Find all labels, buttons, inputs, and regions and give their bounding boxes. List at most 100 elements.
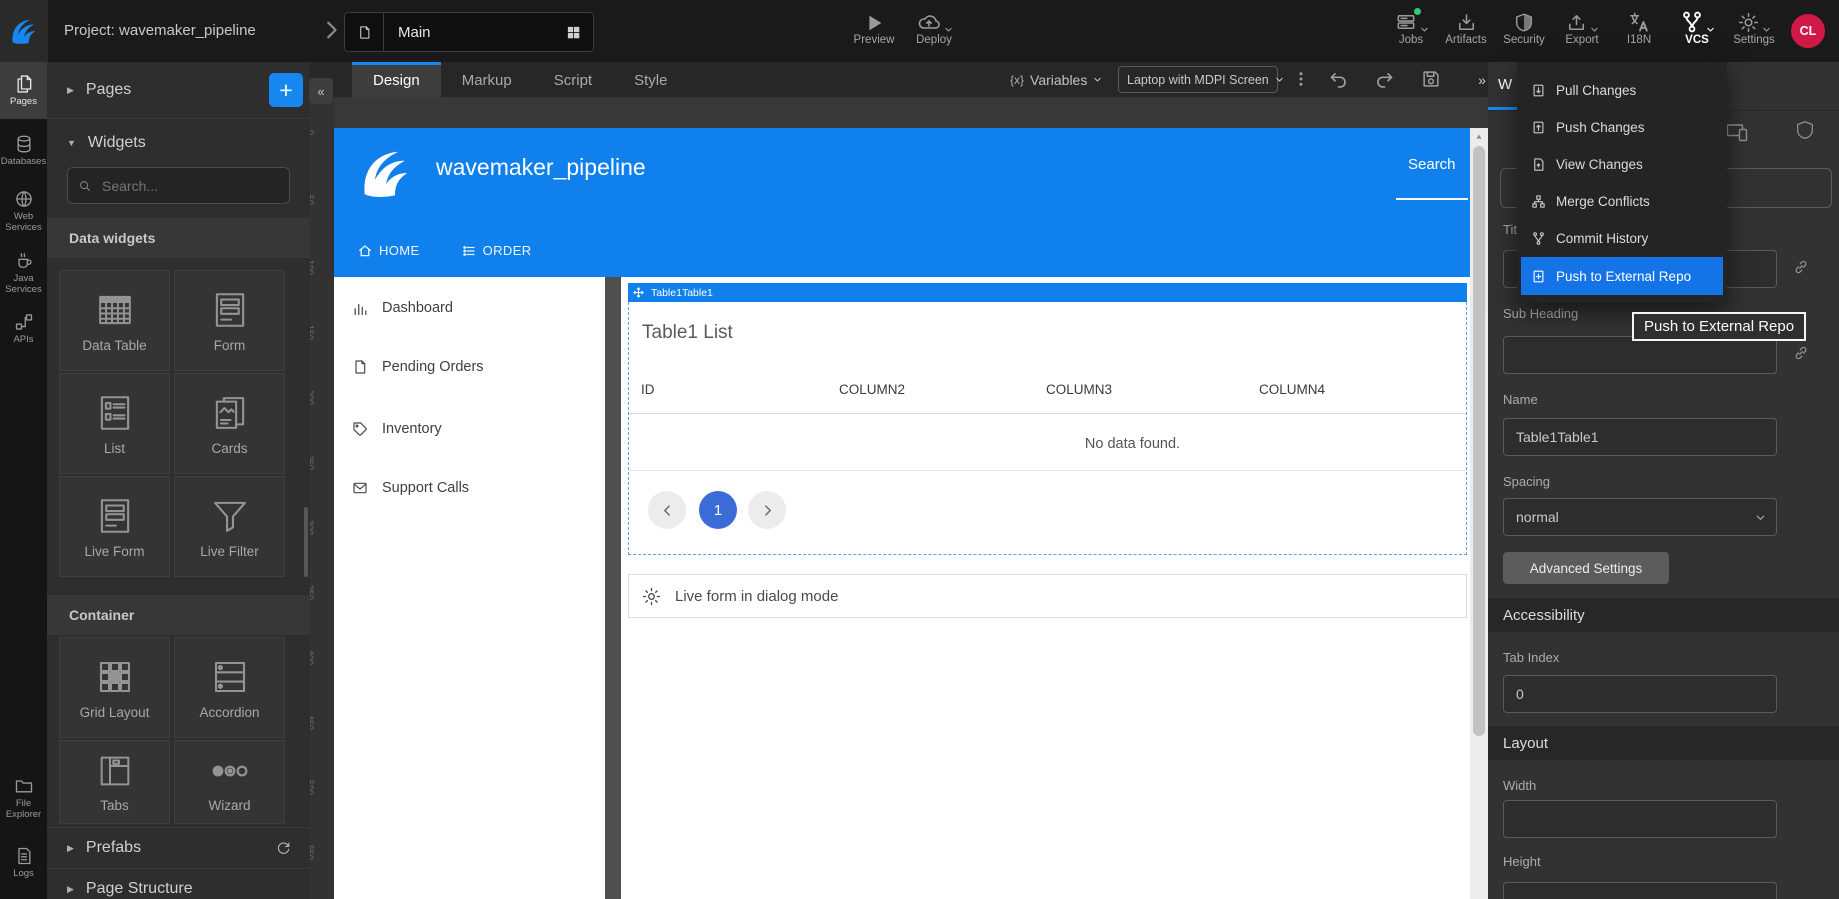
widget-tile-list[interactable]: List bbox=[59, 373, 170, 474]
pages-section-row[interactable]: ▶ Pages + bbox=[47, 62, 310, 119]
security-button[interactable]: Security bbox=[1495, 8, 1553, 46]
layout-section-header[interactable]: Layout bbox=[1488, 726, 1839, 760]
menu-item-push-changes[interactable]: Push Changes bbox=[1517, 109, 1727, 146]
pages-section-label: Pages bbox=[86, 81, 131, 99]
deploy-button[interactable]: Deploy bbox=[905, 8, 963, 46]
redo-button[interactable] bbox=[1374, 69, 1395, 90]
shield-icon[interactable] bbox=[1794, 118, 1816, 142]
live-form-widget[interactable]: Live form in dialog mode bbox=[628, 574, 1467, 618]
page-tab-main[interactable]: Main bbox=[344, 12, 594, 52]
device-select[interactable]: Laptop with MDPI Screen bbox=[1118, 66, 1278, 93]
undo-button[interactable] bbox=[1328, 69, 1349, 90]
rail-item-pages[interactable]: Pages bbox=[0, 62, 47, 119]
rail-item-databases[interactable]: Databases bbox=[0, 125, 47, 177]
pagination-prev-button[interactable] bbox=[648, 491, 686, 529]
tab-style[interactable]: Style bbox=[613, 63, 688, 98]
column-header-id[interactable]: ID bbox=[641, 382, 655, 397]
menu-item-pull-changes[interactable]: Pull Changes bbox=[1517, 72, 1727, 109]
advanced-settings-button[interactable]: Advanced Settings bbox=[1503, 552, 1669, 584]
table-widget-body[interactable]: Table1 List ID COLUMN2 COLUMN3 COLUMN4 N… bbox=[628, 302, 1467, 555]
more-options-button[interactable] bbox=[1292, 70, 1310, 88]
artifacts-button[interactable]: Artifacts bbox=[1437, 8, 1495, 46]
user-avatar[interactable]: CL bbox=[1791, 14, 1825, 48]
search-icon bbox=[78, 179, 92, 193]
scroll-up-icon[interactable] bbox=[1475, 133, 1483, 141]
app-search-link[interactable]: Search bbox=[1408, 156, 1456, 173]
nav-order[interactable]: ORDER bbox=[462, 243, 532, 258]
tab-script[interactable]: Script bbox=[533, 63, 613, 98]
tab-design[interactable]: Design bbox=[352, 62, 441, 97]
jobs-button[interactable]: Jobs bbox=[1382, 8, 1440, 46]
pagination-page-1[interactable]: 1 bbox=[699, 491, 737, 529]
widget-tile-live-filter[interactable]: Live Filter bbox=[174, 476, 285, 577]
rail-item-web-services[interactable]: Web Services bbox=[0, 182, 47, 240]
app-search-underline[interactable] bbox=[1396, 198, 1468, 200]
preview-button[interactable]: Preview bbox=[845, 8, 903, 46]
vcs-button[interactable]: VCS bbox=[1668, 8, 1726, 46]
app-menu-divider[interactable] bbox=[605, 277, 621, 899]
name-field[interactable]: Table1Table1 bbox=[1503, 418, 1777, 456]
variables-button[interactable]: {x} Variables bbox=[1010, 62, 1102, 97]
save-button[interactable] bbox=[1420, 68, 1442, 90]
widget-tile-tabs[interactable]: Tabs bbox=[59, 740, 170, 824]
wavemaker-logo[interactable] bbox=[0, 0, 48, 62]
app-menu-item-support-calls[interactable]: Support Calls bbox=[334, 474, 605, 502]
bind-link-icon[interactable] bbox=[1792, 344, 1810, 362]
tab-markup[interactable]: Markup bbox=[441, 63, 533, 98]
widget-tile-wizard[interactable]: Wizard bbox=[174, 740, 285, 824]
devices-icon[interactable] bbox=[1724, 120, 1750, 144]
height-field-label: Height bbox=[1503, 854, 1541, 869]
settings-button[interactable]: Settings bbox=[1725, 8, 1783, 46]
collapsed-arrow-icon: ▶ bbox=[67, 85, 74, 96]
bind-link-icon[interactable] bbox=[1792, 258, 1810, 276]
export-button[interactable]: Export bbox=[1553, 8, 1611, 46]
left-panel-scrollbar[interactable] bbox=[304, 507, 308, 577]
menu-item-push-to-external-repo[interactable]: Push to External Repo bbox=[1521, 257, 1723, 295]
refresh-icon[interactable] bbox=[275, 840, 292, 857]
nav-home[interactable]: HOME bbox=[358, 243, 420, 258]
app-menu-item-inventory[interactable]: Inventory bbox=[334, 415, 605, 443]
column-header-column3[interactable]: COLUMN3 bbox=[1046, 382, 1112, 397]
pagination-next-button[interactable] bbox=[748, 491, 786, 529]
app-header: wavemaker_pipeline Search HOME ORDER bbox=[334, 128, 1470, 277]
widget-tile-form[interactable]: Form bbox=[174, 270, 285, 371]
rail-item-java-services[interactable]: Java Services bbox=[0, 244, 47, 302]
menu-item-commit-history[interactable]: Commit History bbox=[1517, 220, 1727, 257]
tab-widget[interactable]: W bbox=[1498, 76, 1512, 93]
width-field[interactable] bbox=[1503, 800, 1777, 838]
spacing-select[interactable]: normal bbox=[1503, 498, 1777, 536]
accessibility-section-header[interactable]: Accessibility bbox=[1488, 598, 1839, 632]
widget-search-box[interactable] bbox=[67, 167, 290, 204]
project-label: Project: wavemaker_pipeline bbox=[64, 22, 256, 39]
app-menu-item-dashboard[interactable]: Dashboard bbox=[334, 294, 605, 322]
widget-tile-data-table[interactable]: Data Table bbox=[59, 270, 170, 371]
widgets-section-row[interactable]: ▼ Widgets bbox=[47, 119, 310, 167]
menu-item-view-changes[interactable]: View Changes bbox=[1517, 146, 1727, 183]
app-menu-item-pending-orders[interactable]: Pending Orders bbox=[334, 353, 605, 381]
grid-view-icon[interactable] bbox=[566, 25, 581, 40]
menu-item-merge-conflicts[interactable]: Merge Conflicts bbox=[1517, 183, 1727, 220]
move-handle-icon[interactable] bbox=[633, 287, 644, 298]
widget-tile-live-form[interactable]: Live Form bbox=[59, 476, 170, 577]
collapse-panel-button[interactable]: « bbox=[309, 78, 333, 104]
sub-heading-field[interactable] bbox=[1503, 336, 1777, 374]
height-field[interactable] bbox=[1503, 882, 1777, 899]
widget-search-input[interactable] bbox=[100, 177, 264, 195]
prefabs-section-row[interactable]: ▶ Prefabs bbox=[47, 827, 310, 869]
widget-selection-bar[interactable]: Table1Table1 bbox=[628, 283, 1467, 302]
selected-widget[interactable]: Table1Table1 Table1 List ID COLUMN2 COLU… bbox=[628, 283, 1467, 555]
add-page-button[interactable]: + bbox=[269, 73, 303, 107]
canvas-scrollbar[interactable] bbox=[1470, 128, 1488, 899]
i18n-button[interactable]: I18N bbox=[1610, 8, 1668, 46]
column-header-column2[interactable]: COLUMN2 bbox=[839, 382, 905, 397]
widget-tile-accordion[interactable]: Accordion bbox=[174, 637, 285, 738]
rail-item-file-explorer[interactable]: File Explorer bbox=[0, 768, 47, 828]
tab-index-field[interactable]: 0 bbox=[1503, 675, 1777, 713]
rail-item-logs[interactable]: Logs bbox=[0, 836, 47, 890]
rail-item-apis[interactable]: APIs bbox=[0, 306, 47, 352]
widget-tile-cards[interactable]: Cards bbox=[174, 373, 285, 474]
canvas-scrollbar-thumb[interactable] bbox=[1473, 146, 1485, 736]
widget-tile-grid-layout[interactable]: Grid Layout bbox=[59, 637, 170, 738]
column-header-column4[interactable]: COLUMN4 bbox=[1259, 382, 1325, 397]
page-structure-section-row[interactable]: ▶ Page Structure bbox=[47, 869, 310, 899]
